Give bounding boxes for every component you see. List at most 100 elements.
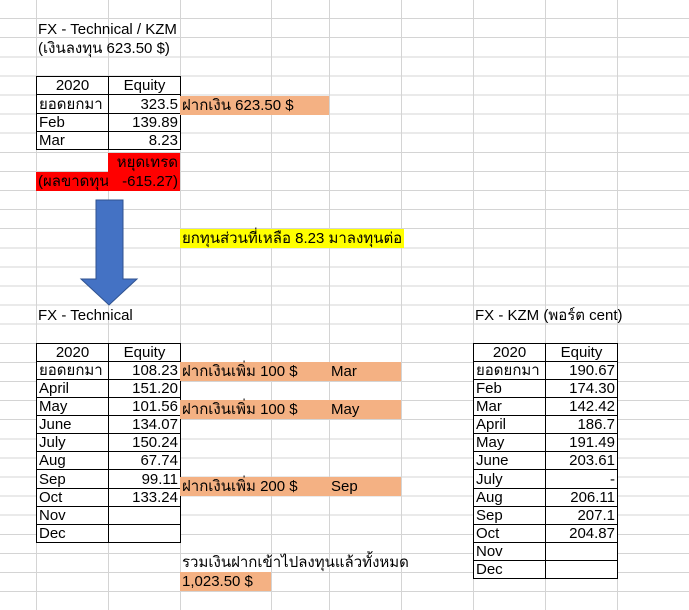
deposit-row[interactable]: ฝากเงินเพิ่ม 100 $ Mar: [180, 362, 401, 381]
deposit-note[interactable]: ฝากเงิน 623.50 $: [180, 95, 329, 115]
table-row: June 134.07: [36, 415, 181, 435]
month-cell[interactable]: April: [36, 378, 109, 399]
month-cell[interactable]: Dec: [473, 559, 546, 580]
month-cell[interactable]: April: [473, 415, 546, 435]
gridline: [401, 0, 402, 610]
equity-cell[interactable]: 101.56: [108, 397, 181, 417]
month-cell[interactable]: Feb: [473, 378, 546, 399]
table-row: Feb 139.89: [36, 112, 181, 132]
carry-over-note[interactable]: ยกทุนส่วนที่เหลือ 8.23 มาลงทุนต่อ: [180, 229, 405, 249]
table-row: May 191.49: [473, 433, 618, 453]
month-cell[interactable]: ยอดยกมา: [36, 94, 109, 114]
section3-title[interactable]: FX - KZM (พอร์ต cent): [473, 306, 625, 325]
equity-cell[interactable]: 204.87: [545, 523, 618, 543]
month-cell[interactable]: July: [36, 433, 109, 453]
month-cell[interactable]: ยอดยกมา: [473, 360, 546, 380]
equity-cell[interactable]: 191.49: [545, 433, 618, 453]
equity-cell[interactable]: 207.1: [545, 505, 618, 525]
table-row: Mar 8.23: [36, 130, 181, 150]
loss-label[interactable]: (ผลขาดทุน: [36, 171, 110, 191]
table-row: Dec: [36, 523, 181, 543]
table-row: ยอดยกมา 190.67: [473, 360, 618, 380]
month-cell[interactable]: Aug: [36, 451, 109, 471]
section1-title[interactable]: FX - Technical / KZM: [36, 20, 179, 39]
equity-cell[interactable]: 99.11: [108, 469, 181, 489]
month-cell[interactable]: Nov: [36, 505, 109, 525]
equity-cell[interactable]: 142.42: [545, 397, 618, 417]
total-deposit-value[interactable]: 1,023.50 $: [180, 572, 271, 592]
deposit-month: Sep: [331, 477, 358, 495]
month-cell[interactable]: May: [36, 397, 109, 417]
loss-value[interactable]: -615.27): [108, 171, 180, 191]
equity-cell[interactable]: 203.61: [545, 451, 618, 471]
equity-header[interactable]: Equity: [108, 76, 181, 96]
equity-cell[interactable]: [545, 541, 618, 561]
month-cell[interactable]: Mar: [473, 397, 546, 417]
equity-cell[interactable]: 139.89: [108, 112, 181, 132]
equity-cell[interactable]: 150.24: [108, 433, 181, 453]
section1-equity-table: 2020 Equity ยอดยกมา 323.5 Feb 139.89 Mar 8.23: [36, 76, 181, 150]
equity-cell[interactable]: 323.5: [108, 94, 181, 114]
section2-equity-table: 2020 Equity ยอดยกมา 108.23 April 151.20 May 101…: [36, 342, 181, 543]
equity-cell[interactable]: 151.20: [108, 378, 181, 399]
month-cell[interactable]: May: [473, 433, 546, 453]
spreadsheet[interactable]: FX - Technical / KZM (เงินลงทุน 623.50 $…: [0, 0, 689, 610]
year-header[interactable]: 2020: [36, 76, 109, 96]
table-row: July 150.24: [36, 433, 181, 453]
equity-cell[interactable]: 134.07: [108, 415, 181, 435]
equity-cell[interactable]: 174.30: [545, 378, 618, 399]
month-cell[interactable]: ยอดยกมา: [36, 360, 109, 380]
month-cell[interactable]: Nov: [473, 541, 546, 561]
equity-cell[interactable]: 190.67: [545, 360, 618, 380]
equity-cell[interactable]: 186.7: [545, 415, 618, 435]
month-cell[interactable]: June: [36, 415, 109, 435]
equity-header[interactable]: Equity: [108, 342, 181, 362]
down-arrow-icon[interactable]: [78, 199, 140, 307]
table-header-row: 2020 Equity: [473, 342, 618, 362]
table-row: Sep 99.11: [36, 469, 181, 489]
equity-cell[interactable]: -: [545, 469, 618, 489]
table-row: May 101.56: [36, 397, 181, 417]
total-deposit-label[interactable]: รวมเงินฝากเข้าไปลงทุนแล้วทั้งหมด: [180, 553, 411, 572]
equity-cell[interactable]: [108, 523, 181, 543]
month-cell[interactable]: Sep: [36, 469, 109, 489]
deposit-month: May: [331, 401, 360, 419]
month-cell[interactable]: June: [473, 451, 546, 471]
deposit-label: ฝากเงินเพิ่ม 100 $: [182, 363, 298, 380]
deposit-row[interactable]: ฝากเงินเพิ่ม 200 $ Sep: [180, 476, 401, 496]
month-cell[interactable]: Oct: [36, 487, 109, 507]
month-cell[interactable]: Feb: [36, 112, 109, 132]
equity-cell[interactable]: 8.23: [108, 130, 181, 150]
month-cell[interactable]: Dec: [36, 523, 109, 543]
year-header[interactable]: 2020: [36, 342, 109, 362]
table-row: ยอดยกมา 108.23: [36, 360, 181, 380]
table-row: Nov: [36, 505, 181, 525]
year-header[interactable]: 2020: [473, 342, 546, 362]
deposit-label: ฝากเงินเพิ่ม 200 $: [182, 477, 298, 495]
section2-title[interactable]: FX - Technical: [36, 306, 135, 325]
month-cell[interactable]: Aug: [473, 487, 546, 507]
month-cell[interactable]: July: [473, 469, 546, 489]
table-row: ยอดยกมา 323.5: [36, 94, 181, 114]
table-row: Feb 174.30: [473, 378, 618, 399]
section3-equity-table: 2020 Equity ยอดยกมา 190.67 Feb 174.30 Mar 142.4…: [473, 342, 618, 580]
deposit-row[interactable]: ฝากเงินเพิ่ม 100 $ May: [180, 400, 401, 420]
equity-cell[interactable]: 108.23: [108, 360, 181, 380]
equity-header[interactable]: Equity: [545, 342, 618, 362]
month-cell[interactable]: Sep: [473, 505, 546, 525]
section1-subtitle[interactable]: (เงินลงทุน 623.50 $): [36, 39, 172, 58]
month-cell[interactable]: Oct: [473, 523, 546, 543]
stop-trade-label[interactable]: หยุดเทรด: [108, 152, 180, 172]
table-row: Mar 142.42: [473, 397, 618, 417]
table-row: Sep 207.1: [473, 505, 618, 525]
equity-cell[interactable]: 133.24: [108, 487, 181, 507]
equity-cell[interactable]: [545, 559, 618, 580]
equity-cell[interactable]: 67.74: [108, 451, 181, 471]
gridline: [271, 0, 272, 610]
table-header-row: 2020 Equity: [36, 76, 181, 96]
equity-cell[interactable]: [108, 505, 181, 525]
equity-cell[interactable]: 206.11: [545, 487, 618, 507]
table-row: July -: [473, 469, 618, 489]
month-cell[interactable]: Mar: [36, 130, 109, 150]
table-row: April 186.7: [473, 415, 618, 435]
